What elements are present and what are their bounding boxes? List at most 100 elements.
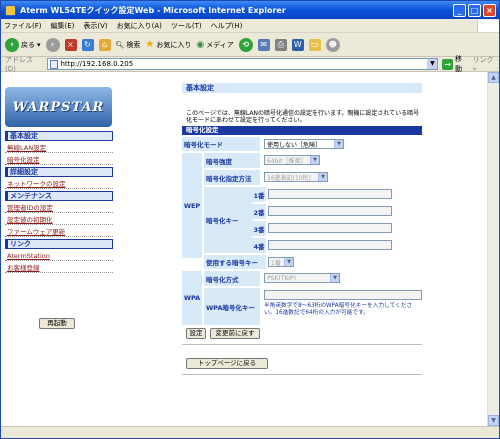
vertical-scrollbar[interactable]: ▲ ▼ bbox=[487, 72, 499, 426]
method-value: 16進表記(10桁) bbox=[267, 174, 311, 182]
top-page-button[interactable]: トップページに戻る bbox=[186, 358, 268, 369]
wpa-label: WPA bbox=[182, 271, 202, 325]
wep-label: WEP bbox=[182, 153, 202, 258]
page-content: WARPSTAR 基本設定 無線LAN設定 暗号化設定 詳細設定 ネットワークの… bbox=[1, 72, 487, 426]
forward-button[interactable]: › bbox=[45, 37, 60, 52]
nav-item-wireless-lan[interactable]: 無線LAN設定 bbox=[5, 143, 113, 153]
nav-item-registration[interactable]: お客様登録 bbox=[5, 263, 113, 273]
nav-category-maintenance: メンテナンス bbox=[5, 191, 113, 201]
nav-category-advanced: 詳細設定 bbox=[5, 167, 113, 177]
go-arrow-icon: → bbox=[442, 58, 453, 70]
go-label: 移動 bbox=[454, 55, 462, 73]
media-icon: ◉ bbox=[196, 39, 205, 50]
nav-item-reset[interactable]: 設定値の初期化 bbox=[5, 215, 113, 225]
chevron-down-icon: ▼ bbox=[330, 274, 339, 282]
menu-tools[interactable]: ツール(T) bbox=[171, 21, 202, 31]
print-icon[interactable]: ⎙ bbox=[274, 38, 287, 51]
nav-item-encryption[interactable]: 暗号化設定 bbox=[5, 155, 113, 165]
history-icon[interactable]: ⟲ bbox=[238, 37, 253, 52]
page-icon bbox=[49, 59, 58, 69]
media-button[interactable]: ◉ メディア bbox=[196, 40, 233, 50]
use-key-select[interactable]: 1番 ▼ bbox=[268, 257, 294, 267]
back-button[interactable]: ‹ 戻る ▾ bbox=[5, 37, 41, 52]
chevron-down-icon: ▾ bbox=[37, 40, 41, 49]
mode-select[interactable]: 使用しない［危険］ ▼ bbox=[264, 139, 344, 149]
key-4-label: 4番 bbox=[252, 238, 266, 253]
folder-icon[interactable]: ▭ bbox=[308, 38, 321, 51]
scroll-down-icon[interactable]: ▼ bbox=[488, 415, 499, 426]
strength-value: 64bit［推奨］ bbox=[267, 157, 307, 165]
back-label: 戻る bbox=[21, 40, 35, 49]
scroll-up-icon[interactable]: ▲ bbox=[488, 72, 499, 83]
menu-view[interactable]: 表示(V) bbox=[83, 21, 107, 31]
title-bar: Aterm WL54TEクイック設定Web - Microsoft Intern… bbox=[1, 1, 499, 19]
key-2-input[interactable] bbox=[268, 206, 392, 216]
wpa-method-value: PSK(TKIP) bbox=[267, 274, 297, 282]
divider bbox=[182, 374, 422, 375]
go-button[interactable]: → 移動 bbox=[442, 54, 468, 74]
messenger-icon[interactable]: ☻ bbox=[325, 37, 340, 52]
method-label: 暗号化指定方法 bbox=[204, 170, 260, 185]
chevron-down-icon: ▼ bbox=[334, 140, 343, 148]
section-title: 暗号化設定 bbox=[182, 126, 422, 135]
menu-file[interactable]: ファイル(F) bbox=[4, 21, 42, 31]
home-icon[interactable]: ⌂ bbox=[98, 38, 111, 51]
strength-select[interactable]: 64bit［推奨］ ▼ bbox=[264, 155, 320, 165]
key-1-label: 1番 bbox=[252, 187, 266, 202]
wpa-key-input[interactable] bbox=[264, 290, 422, 300]
edit-icon[interactable]: W bbox=[291, 38, 304, 51]
warpstar-logo: WARPSTAR bbox=[5, 87, 112, 127]
favorites-label: お気に入り bbox=[156, 40, 192, 49]
address-input[interactable]: http://192.168.0.205 ▼ bbox=[46, 58, 439, 70]
close-button[interactable]: × bbox=[483, 3, 496, 17]
chevron-down-icon: ▼ bbox=[310, 156, 319, 164]
strength-label: 暗号強度 bbox=[204, 153, 260, 168]
favorites-button[interactable]: ★ お気に入り bbox=[145, 39, 191, 50]
sidebar-nav: 基本設定 無線LAN設定 暗号化設定 詳細設定 ネットワークの設定 メンテナンス… bbox=[5, 131, 113, 275]
menu-bar: ファイル(F) 編集(E) 表示(V) お気に入り(A) ツール(T) ヘルプ(… bbox=[1, 19, 499, 33]
nav-item-admin-id[interactable]: 管理者IDの設定 bbox=[5, 203, 113, 213]
toolbar: ‹ 戻る ▾ › × ↻ ⌂ 🔍︎ 検索 ★ お気に入り ◉ メディア ⟲ ✉ … bbox=[1, 33, 499, 57]
search-button[interactable]: 🔍︎ 検索 bbox=[116, 40, 141, 50]
links-button[interactable]: リンク » bbox=[472, 55, 499, 73]
key-4-input[interactable] bbox=[268, 240, 392, 250]
wpa-key-note: 半角英数字で8～63桁のWPA暗号化キーを入力してください。16進数記で64桁の… bbox=[264, 303, 413, 316]
key-1-input[interactable] bbox=[268, 189, 392, 199]
use-key-label: 使用する暗号キー bbox=[204, 255, 266, 269]
nav-item-firmware[interactable]: ファームウェア更新 bbox=[5, 227, 113, 237]
address-url: http://192.168.0.205 bbox=[60, 60, 134, 68]
menu-edit[interactable]: 編集(E) bbox=[51, 21, 75, 31]
key-2-label: 2番 bbox=[252, 204, 266, 219]
chevron-down-icon: ▼ bbox=[284, 258, 293, 266]
menu-favorites[interactable]: お気に入り(A) bbox=[117, 21, 162, 31]
chevron-down-icon[interactable]: ▼ bbox=[427, 59, 438, 69]
wpa-key-label: WPA暗号化キー bbox=[204, 288, 260, 325]
refresh-icon[interactable]: ↻ bbox=[81, 38, 94, 51]
mode-label: 暗号化モード bbox=[182, 137, 260, 151]
revert-button[interactable]: 変更前に戻す bbox=[210, 328, 260, 339]
nav-item-atermstation[interactable]: AtermStation bbox=[5, 251, 113, 261]
divider bbox=[182, 344, 422, 345]
stop-icon[interactable]: × bbox=[64, 38, 77, 51]
search-label: 検索 bbox=[126, 40, 141, 49]
mail-icon[interactable]: ✉ bbox=[257, 38, 270, 51]
menu-help[interactable]: ヘルプ(H) bbox=[211, 21, 243, 31]
nav-category-links: リンク bbox=[5, 239, 113, 249]
search-icon: 🔍︎ bbox=[115, 40, 125, 49]
use-key-value: 1番 bbox=[271, 259, 281, 267]
restart-button[interactable]: 再起動 bbox=[39, 318, 75, 329]
method-select[interactable]: 16進表記(10桁) ▼ bbox=[264, 172, 328, 182]
address-label: アドレス(D) bbox=[5, 56, 33, 73]
chevron-down-icon: ▼ bbox=[318, 173, 327, 181]
wpa-method-select[interactable]: PSK(TKIP) ▼ bbox=[264, 273, 340, 283]
address-bar: アドレス(D) http://192.168.0.205 ▼ → 移動 リンク … bbox=[1, 54, 499, 74]
maximize-button[interactable]: □ bbox=[468, 3, 481, 17]
set-button[interactable]: 設定 bbox=[186, 328, 206, 339]
nav-category-basic: 基本設定 bbox=[5, 131, 113, 141]
key-label: 暗号化キー bbox=[204, 187, 252, 253]
page-title: 基本設定 bbox=[182, 83, 422, 93]
minimize-button[interactable]: _ bbox=[453, 3, 466, 17]
nav-item-network[interactable]: ネットワークの設定 bbox=[5, 179, 113, 189]
media-label: メディア bbox=[206, 40, 234, 49]
key-3-input[interactable] bbox=[268, 223, 392, 233]
